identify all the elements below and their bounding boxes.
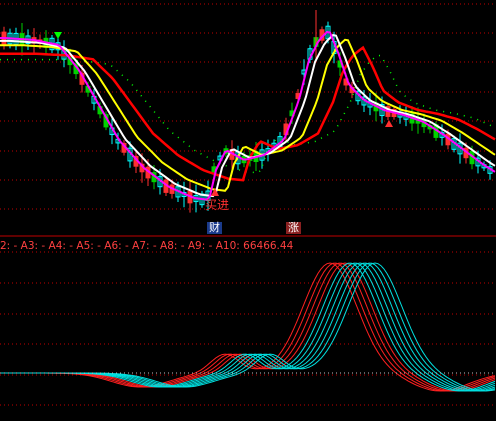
moving-averages [0,30,496,201]
finance-badge[interactable]: 财 [207,222,222,234]
oscillator-line [0,262,496,392]
candlesticks [1,10,493,213]
oscillator-line [0,262,496,392]
oscillator-line [0,262,496,392]
oscillator-line [0,262,496,392]
rise-badge[interactable]: 涨 [286,222,301,234]
sell-arrow-icon [385,120,393,127]
oscillator-line [0,262,496,392]
indicator-values: 2: - A3: - A4: - A5: - A6: - A7: - A8: -… [0,240,294,252]
oscillator-line [0,262,496,392]
oscillator-line [0,262,496,392]
oscillator-line [0,262,496,392]
buy-signal-label: 买进 [205,198,230,212]
oscillator-panel [0,262,496,392]
ma-white-line [0,34,496,198]
oscillator-line [0,262,496,392]
oscillator-line [0,262,496,392]
signal-arrow-icon [54,32,62,39]
stock-chart[interactable] [0,0,496,421]
